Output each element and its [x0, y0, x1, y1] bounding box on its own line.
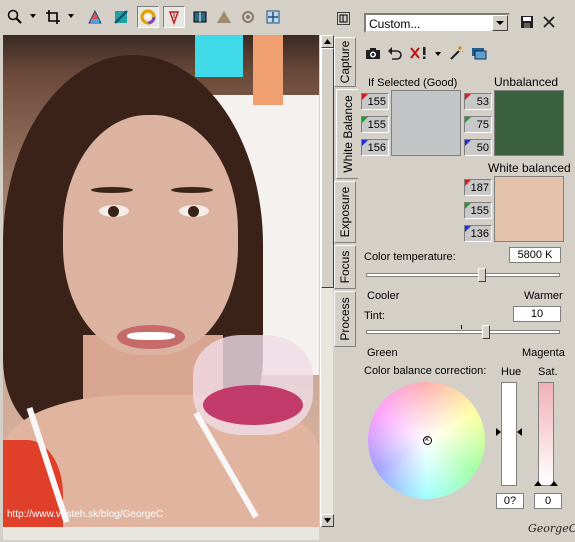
background-orange-object — [253, 35, 283, 105]
preset-value: Custom... — [369, 17, 421, 31]
tab-label: Focus — [338, 250, 352, 284]
white-balanced-swatch — [494, 176, 564, 242]
hue-marker-left-icon[interactable] — [496, 428, 501, 436]
crop-dropdown-icon[interactable] — [68, 14, 74, 18]
cooler-label: Cooler — [367, 290, 400, 302]
undo-icon[interactable] — [386, 45, 404, 61]
zoom-dropdown-icon[interactable] — [30, 14, 36, 18]
tab-label: Exposure — [338, 186, 352, 238]
if-selected-red[interactable]: 155 — [361, 93, 389, 110]
sat-marker-right-icon[interactable] — [550, 481, 558, 486]
wine — [203, 385, 303, 425]
vertical-scrollbar[interactable] — [320, 35, 334, 527]
face — [63, 115, 238, 355]
scroll-thumb[interactable] — [321, 48, 334, 288]
unbalanced-swatch — [494, 90, 564, 156]
white-balanced-label: White balanced — [488, 161, 571, 175]
curves-icon[interactable] — [110, 6, 132, 28]
tint-center-tick — [461, 325, 462, 329]
if-selected-green[interactable]: 155 — [361, 116, 389, 133]
white-balanced-red[interactable]: 187 — [464, 179, 492, 196]
eyedropper-icon[interactable] — [163, 6, 185, 28]
color-balance-label: Color balance correction: — [364, 365, 487, 377]
tab-process[interactable]: Process — [334, 291, 356, 347]
if-selected-blue[interactable]: 156 — [361, 139, 389, 156]
hue-marker-right-icon[interactable] — [517, 428, 522, 436]
magenta-label: Magenta — [522, 347, 565, 359]
background-cyan-object — [195, 35, 243, 77]
rotate-icon[interactable] — [237, 6, 259, 28]
levels-icon[interactable] — [84, 6, 106, 28]
tab-focus[interactable]: Focus — [334, 245, 356, 289]
hue-bar[interactable] — [501, 382, 517, 486]
triangle-icon[interactable] — [213, 6, 235, 28]
sat-label: Sat. — [538, 366, 558, 378]
if-selected-label: If Selected (Good) — [368, 77, 458, 89]
unbalanced-blue[interactable]: 50 — [464, 139, 492, 156]
right-eyebrow — [171, 187, 213, 193]
tab-white-balance[interactable]: White Balance — [336, 89, 358, 179]
image-viewport[interactable]: http://www.vasteh.sk/blog/GeorgeC — [3, 35, 319, 527]
color-temperature-thumb[interactable] — [478, 268, 487, 282]
zoom-icon[interactable] — [4, 6, 26, 28]
white-balance-panel: Custom... If Selected (Good) Unbalanced … — [358, 0, 575, 542]
tab-label: Process — [338, 297, 352, 341]
scroll-down-arrow-icon[interactable] — [321, 514, 334, 527]
warmer-label: Warmer — [524, 290, 563, 302]
tab-exposure[interactable]: Exposure — [334, 181, 356, 243]
crop-icon[interactable] — [42, 6, 64, 28]
panel-toggle-icon[interactable] — [337, 12, 350, 25]
left-eye — [99, 205, 129, 217]
close-icon[interactable] — [540, 13, 558, 31]
toolbar — [0, 0, 333, 34]
tint-value[interactable]: 10 — [513, 306, 561, 322]
layers-icon[interactable] — [470, 44, 488, 62]
tint-slider[interactable] — [366, 330, 560, 334]
magic-wand-icon[interactable] — [447, 44, 465, 62]
right-eye — [179, 205, 209, 217]
sat-marker-left-icon[interactable] — [534, 481, 542, 486]
tint-thumb[interactable] — [482, 325, 491, 339]
unbalanced-red[interactable]: 53 — [464, 93, 492, 110]
white-balanced-blue[interactable]: 136 — [464, 225, 492, 242]
tint-label: Tint: — [364, 310, 385, 322]
tab-capture[interactable]: Capture — [334, 37, 356, 87]
if-selected-swatch — [391, 90, 461, 156]
color-wheel-icon[interactable] — [137, 6, 159, 28]
color-temperature-slider[interactable] — [366, 273, 560, 277]
chevron-down-icon[interactable] — [492, 15, 508, 31]
watermark-text: http://www.vasteh.sk/blog/GeorgeC — [7, 509, 164, 520]
green-label: Green — [367, 347, 398, 359]
reset-icon[interactable] — [408, 45, 430, 61]
tab-label: White Balance — [340, 95, 355, 173]
preset-dropdown[interactable]: Custom... — [364, 13, 510, 33]
sat-value[interactable]: 0 — [534, 493, 562, 509]
author-signature: GeorgeC — [528, 522, 575, 535]
vertical-tabs: Capture White Balance Exposure Focus Pro… — [334, 35, 358, 347]
app-window: http://www.vasteh.sk/blog/GeorgeC Captur… — [0, 0, 575, 542]
hue-label: Hue — [501, 366, 522, 378]
camera-icon[interactable] — [364, 45, 382, 61]
save-icon[interactable] — [518, 13, 536, 31]
saturation-bar[interactable] — [538, 382, 554, 486]
color-temperature-value[interactable]: 5800 K — [509, 247, 561, 263]
color-temperature-label: Color temperature: — [364, 251, 456, 263]
left-eyebrow — [91, 187, 133, 193]
compare-icon[interactable] — [189, 6, 211, 28]
tab-label: Capture — [338, 40, 352, 84]
unbalanced-label: Unbalanced — [494, 75, 559, 89]
teeth — [127, 332, 175, 340]
reset-dropdown-icon[interactable] — [435, 52, 441, 56]
scroll-up-arrow-icon[interactable] — [321, 35, 334, 48]
unbalanced-green[interactable]: 75 — [464, 116, 492, 133]
white-balanced-green[interactable]: 155 — [464, 202, 492, 219]
hue-value[interactable]: 0? — [496, 493, 524, 509]
wheel-center-marker[interactable] — [423, 434, 432, 445]
horizontal-scrollbar[interactable] — [3, 527, 319, 540]
fit-icon[interactable] — [262, 6, 284, 28]
